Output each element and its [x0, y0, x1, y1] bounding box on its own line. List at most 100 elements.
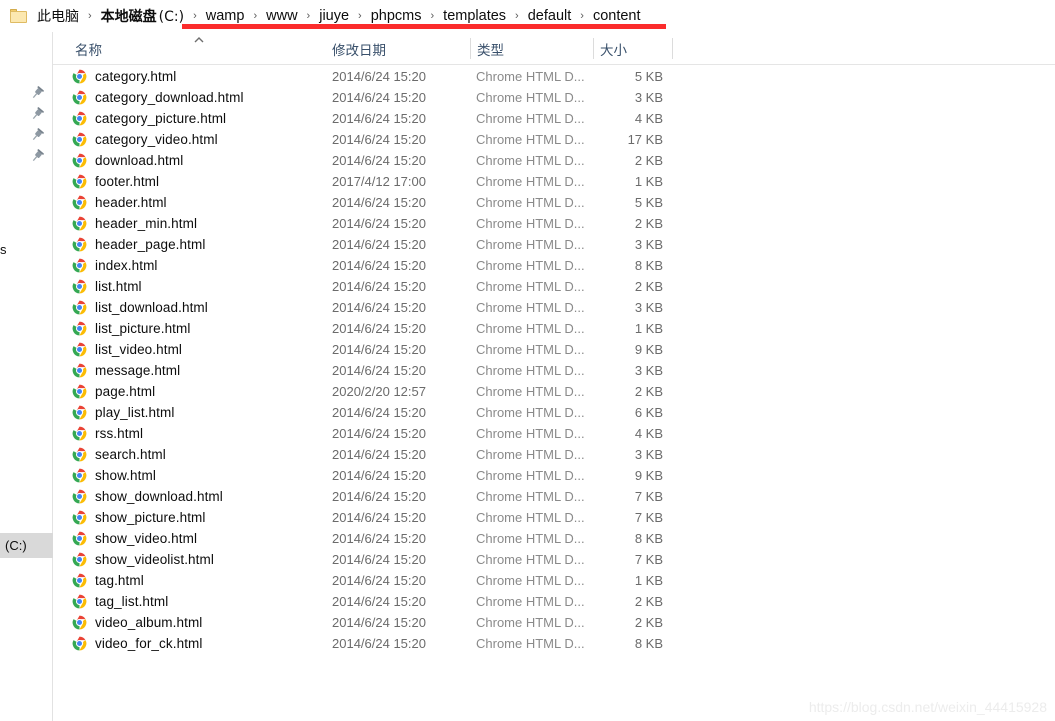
- table-row[interactable]: video_album.html 2014/6/24 15:20 Chrome HT…: [53, 612, 1055, 633]
- pin-icon[interactable]: [30, 149, 46, 165]
- pin-icon[interactable]: [30, 128, 46, 144]
- chrome-icon: [72, 216, 95, 231]
- column-header-2[interactable]: 修改日期: [332, 32, 386, 65]
- file-size: 5 KB: [634, 69, 663, 84]
- breadcrumb-item-4[interactable]: www: [264, 7, 299, 25]
- table-row[interactable]: video_for_ck.html 2014/6/24 15:20 Chrome H…: [53, 633, 1055, 654]
- table-row[interactable]: list_download.html 2014/6/24 15:20 Chrome …: [53, 297, 1055, 318]
- file-name-cell[interactable]: category.html: [72, 69, 176, 84]
- chrome-icon: [72, 258, 95, 273]
- file-name-cell[interactable]: video_album.html: [72, 615, 202, 630]
- table-row[interactable]: category_download.html 2014/6/24 15:20 Chr…: [53, 87, 1055, 108]
- chrome-icon: [72, 405, 95, 420]
- file-name-cell[interactable]: show_picture.html: [72, 510, 206, 525]
- pin-icon[interactable]: [30, 107, 46, 123]
- table-row[interactable]: search.html 2014/6/24 15:20 Chrome HTML D.…: [53, 444, 1055, 465]
- breadcrumb-item-3[interactable]: wamp: [204, 7, 247, 25]
- file-name-cell[interactable]: list_download.html: [72, 300, 208, 315]
- table-row[interactable]: show.html 2014/6/24 15:20 Chrome HTML D...…: [53, 465, 1055, 486]
- file-name-label: header_min.html: [95, 216, 198, 231]
- table-row[interactable]: show_video.html 2014/6/24 15:20 Chrome HTM…: [53, 528, 1055, 549]
- file-name-cell[interactable]: list_video.html: [72, 342, 182, 357]
- column-divider-3[interactable]: [672, 38, 673, 59]
- file-name-cell[interactable]: list.html: [72, 279, 142, 294]
- table-row[interactable]: list.html 2014/6/24 15:20 Chrome HTML D...…: [53, 276, 1055, 297]
- breadcrumb-item-9[interactable]: content: [591, 7, 643, 25]
- file-name-cell[interactable]: show_videolist.html: [72, 552, 214, 567]
- table-row[interactable]: rss.html 2014/6/24 15:20 Chrome HTML D... 4…: [53, 423, 1055, 444]
- chrome-icon: [72, 111, 95, 126]
- column-divider-1[interactable]: [470, 38, 471, 59]
- file-list[interactable]: category.html 2014/6/24 15:20 Chrome HTML …: [53, 66, 1055, 721]
- file-size: 2 KB: [634, 153, 663, 168]
- column-header-1[interactable]: 名称: [75, 32, 102, 65]
- file-name-cell[interactable]: header_min.html: [72, 216, 197, 231]
- table-row[interactable]: header_min.html 2014/6/24 15:20 Chrome HTM…: [53, 213, 1055, 234]
- column-header-4[interactable]: 大小: [600, 32, 627, 65]
- table-row[interactable]: tag.html 2014/6/24 15:20 Chrome HTML D... 1…: [53, 570, 1055, 591]
- file-name-cell[interactable]: download.html: [72, 153, 183, 168]
- table-row[interactable]: page.html 2020/2/20 12:57 Chrome HTML D...…: [53, 381, 1055, 402]
- file-name-cell[interactable]: search.html: [72, 447, 166, 462]
- file-date-modified: 2017/4/12 17:00: [332, 174, 426, 189]
- table-row[interactable]: header_page.html 2014/6/24 15:20 Chrome HT…: [53, 234, 1055, 255]
- file-name-cell[interactable]: category_download.html: [72, 90, 244, 105]
- file-name-cell[interactable]: rss.html: [72, 426, 143, 441]
- table-row[interactable]: category.html 2014/6/24 15:20 Chrome HTML …: [53, 66, 1055, 87]
- file-name-cell[interactable]: list_picture.html: [72, 321, 190, 336]
- column-divider-2[interactable]: [593, 38, 594, 59]
- file-name-cell[interactable]: play_list.html: [72, 405, 174, 420]
- file-name-cell[interactable]: message.html: [72, 363, 180, 378]
- file-name-cell[interactable]: page.html: [72, 384, 155, 399]
- table-row[interactable]: message.html 2014/6/24 15:20 Chrome HTML D…: [53, 360, 1055, 381]
- file-name-cell[interactable]: tag.html: [72, 573, 144, 588]
- file-name-cell[interactable]: video_for_ck.html: [72, 636, 203, 651]
- table-row[interactable]: index.html 2014/6/24 15:20 Chrome HTML D..…: [53, 255, 1055, 276]
- file-size: 1 KB: [634, 174, 663, 189]
- column-header-3[interactable]: 类型: [477, 32, 504, 65]
- file-name-cell[interactable]: header_page.html: [72, 237, 205, 252]
- table-row[interactable]: play_list.html 2014/6/24 15:20 Chrome HTML…: [53, 402, 1055, 423]
- column-header-row[interactable]: 名称 修改日期 类型 大小: [53, 32, 1055, 65]
- file-name-cell[interactable]: footer.html: [72, 174, 159, 189]
- breadcrumb-item-5[interactable]: jiuye: [317, 7, 351, 25]
- breadcrumb-item-7[interactable]: templates: [441, 7, 508, 25]
- navigation-pane[interactable]: s (C:): [0, 32, 53, 721]
- sidebar-item-label: (C:): [5, 538, 27, 553]
- breadcrumb-item-8[interactable]: default: [526, 7, 574, 25]
- chrome-icon: [72, 573, 95, 588]
- chrome-icon: [72, 69, 95, 84]
- table-row[interactable]: footer.html 2017/4/12 17:00 Chrome HTML D.…: [53, 171, 1055, 192]
- table-row[interactable]: show_download.html 2014/6/24 15:20 Chrome …: [53, 486, 1055, 507]
- table-row[interactable]: header.html 2014/6/24 15:20 Chrome HTML D.…: [53, 192, 1055, 213]
- file-explorer-window: 此电脑 › 本地磁盘 (C:) › wamp › www › jiuye › phpcms › templ…: [0, 0, 1055, 721]
- file-name-cell[interactable]: show.html: [72, 468, 156, 483]
- pin-icon[interactable]: [30, 86, 46, 102]
- table-row[interactable]: tag_list.html 2014/6/24 15:20 Chrome HTML …: [53, 591, 1055, 612]
- file-name-label: show.html: [95, 468, 156, 483]
- file-date-modified: 2014/6/24 15:20: [332, 426, 426, 441]
- table-row[interactable]: list_video.html 2014/6/24 15:20 Chrome HTM…: [53, 339, 1055, 360]
- table-row[interactable]: category_picture.html 2014/6/24 15:20 Chro…: [53, 108, 1055, 129]
- sidebar-item-local-disk[interactable]: (C:): [0, 533, 53, 558]
- table-row[interactable]: list_picture.html 2014/6/24 15:20 Chrome H…: [53, 318, 1055, 339]
- file-name-cell[interactable]: category_video.html: [72, 132, 218, 147]
- breadcrumb-item-1[interactable]: 此电脑: [35, 5, 81, 27]
- watermark-text: https://blog.csdn.net/weixin_44415928: [808, 699, 1047, 715]
- breadcrumb-item-6[interactable]: phpcms: [369, 7, 424, 25]
- breadcrumb-item-2[interactable]: 本地磁盘 (C:): [99, 5, 186, 27]
- file-date-modified: 2014/6/24 15:20: [332, 195, 426, 210]
- file-date-modified: 2014/6/24 15:20: [332, 300, 426, 315]
- file-name-cell[interactable]: tag_list.html: [72, 594, 168, 609]
- file-name-label: play_list.html: [95, 405, 175, 420]
- file-name-label: header_page.html: [95, 237, 206, 252]
- table-row[interactable]: show_picture.html 2014/6/24 15:20 Chrome H…: [53, 507, 1055, 528]
- table-row[interactable]: download.html 2014/6/24 15:20 Chrome HTML …: [53, 150, 1055, 171]
- file-name-cell[interactable]: header.html: [72, 195, 167, 210]
- file-name-cell[interactable]: show_video.html: [72, 531, 197, 546]
- table-row[interactable]: category_video.html 2014/6/24 15:20 Chrome…: [53, 129, 1055, 150]
- file-name-cell[interactable]: index.html: [72, 258, 158, 273]
- file-name-cell[interactable]: show_download.html: [72, 489, 223, 504]
- table-row[interactable]: show_videolist.html 2014/6/24 15:20 Chrome…: [53, 549, 1055, 570]
- file-name-cell[interactable]: category_picture.html: [72, 111, 226, 126]
